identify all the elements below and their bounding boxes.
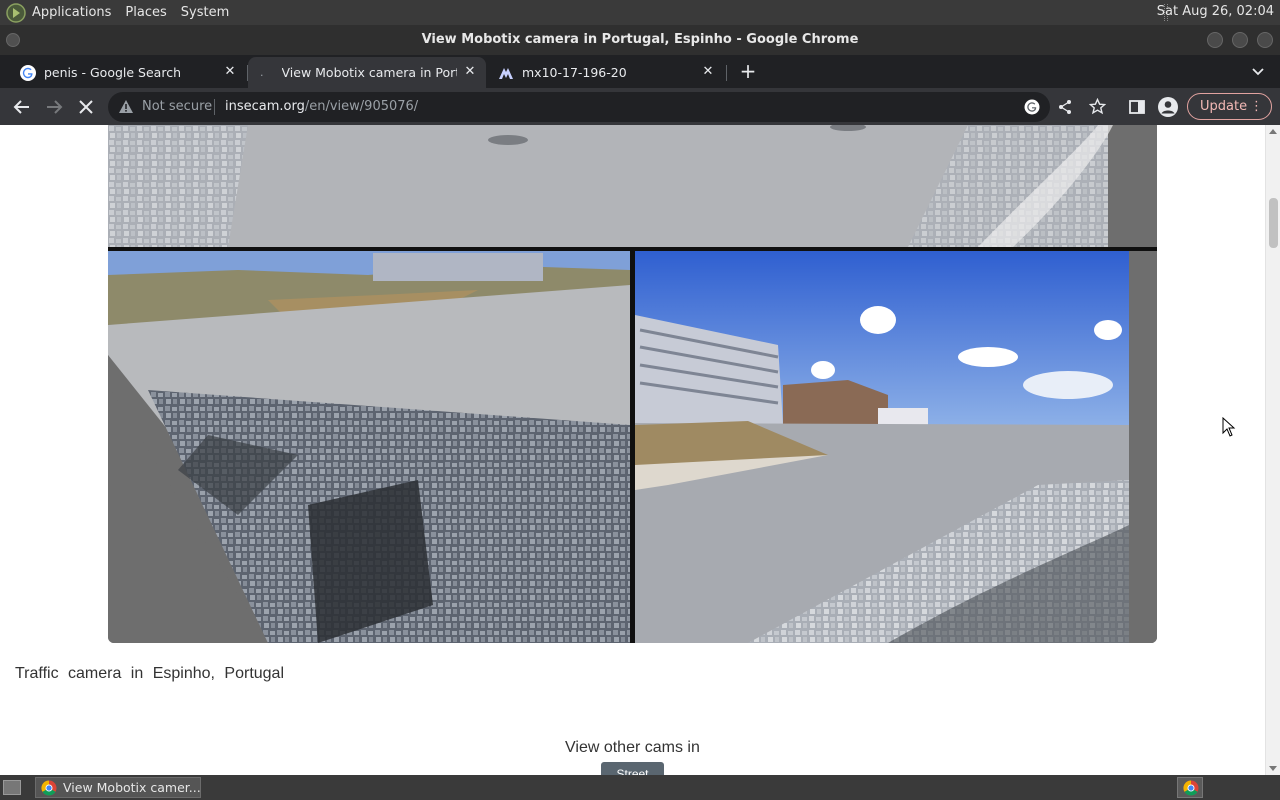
more-vert-icon[interactable]: ⋮ [1250, 94, 1263, 119]
omnibox-divider [214, 99, 215, 115]
maximize-button[interactable] [1232, 32, 1248, 48]
tab-close-icon[interactable]: ✕ [462, 64, 478, 80]
menu-places[interactable]: Places [125, 5, 166, 20]
tab-title: View Mobotix camera in Portugal [281, 65, 457, 80]
tab-google-search[interactable]: penis - Google Search ✕ [8, 57, 246, 88]
web-page: Traffic camera in Espinho, Portugal View… [0, 125, 1265, 775]
back-arrow-icon[interactable] [11, 96, 33, 118]
window-menu-icon[interactable] [6, 33, 20, 47]
street-button[interactable]: Street [601, 762, 664, 775]
camera-feed-graphic [108, 125, 1157, 643]
mouse-cursor-icon [1222, 417, 1236, 437]
camera-caption: Traffic camera in Espinho, Portugal [15, 665, 285, 682]
tab-title: penis - Google Search [44, 65, 181, 80]
url-path: /en/view/905076/ [304, 99, 419, 114]
minimize-button[interactable] [1207, 32, 1223, 48]
chrome-icon [41, 780, 57, 796]
desktop-top-panel: Applications Places System Sat Aug 26, 0… [0, 0, 1280, 25]
tab-search-chevron-down-icon[interactable] [1250, 63, 1266, 79]
url-text[interactable]: insecam.org/en/view/905076/ [225, 99, 418, 114]
menu-applications[interactable]: Applications [32, 5, 111, 20]
taskbar-window-item[interactable]: View Mobotix camer... [35, 777, 201, 798]
page-scrollbar[interactable] [1265, 125, 1280, 775]
address-bar[interactable]: Not secure insecam.org/en/view/905076/ [108, 92, 1106, 122]
tab-title: mx10-17-196-20 [522, 65, 627, 80]
forward-arrow-icon[interactable] [43, 96, 65, 118]
not-secure-label[interactable]: Not secure [142, 99, 212, 114]
scroll-down-arrow-icon[interactable] [1269, 766, 1277, 771]
view-other-cams-label: View other cams in [565, 739, 700, 756]
url-host: insecam.org [225, 99, 305, 114]
tab-separator [726, 65, 727, 81]
stop-loading-icon[interactable] [75, 96, 97, 118]
distro-logo-icon[interactable] [6, 2, 26, 23]
desktop-taskbar: View Mobotix camer... [0, 775, 1280, 800]
panel-clock[interactable]: Sat Aug 26, 02:04 [1157, 4, 1274, 19]
share-icon[interactable] [1057, 99, 1073, 115]
tab-close-icon[interactable]: ✕ [222, 64, 238, 80]
tab-strip: penis - Google Search ✕ . View Mobotix c… [0, 55, 1280, 88]
chrome-icon [1183, 780, 1199, 796]
loading-icon: . [260, 66, 264, 79]
bookmark-star-icon[interactable] [1089, 98, 1106, 115]
window-titlebar[interactable]: View Mobotix camera in Portugal, Espinho… [0, 25, 1280, 55]
tab-close-icon[interactable]: ✕ [700, 64, 716, 80]
update-button[interactable]: Update ⋮ [1187, 93, 1272, 120]
browser-toolbar: Not secure insecam.org/en/view/905076/ U… [0, 88, 1280, 125]
tray-chrome-button[interactable] [1177, 777, 1203, 798]
window-title: View Mobotix camera in Portugal, Espinho… [421, 32, 859, 47]
tab-view-mobotix[interactable]: . View Mobotix camera in Portugal ✕ [248, 57, 486, 88]
profile-avatar-icon[interactable] [1157, 96, 1179, 118]
tab-mx10[interactable]: mx10-17-196-20 ✕ [486, 57, 724, 88]
taskbar-item-label: View Mobotix camer... [63, 780, 201, 795]
side-panel-icon[interactable] [1126, 96, 1148, 118]
warning-icon[interactable] [118, 99, 134, 114]
menu-system[interactable]: System [181, 5, 229, 20]
close-window-button[interactable] [1257, 32, 1273, 48]
google-lens-icon[interactable] [1024, 99, 1040, 115]
show-desktop-icon[interactable] [3, 780, 21, 795]
scrollbar-thumb[interactable] [1269, 198, 1278, 248]
google-icon [20, 64, 36, 81]
new-tab-icon[interactable]: + [737, 61, 759, 83]
scroll-up-arrow-icon[interactable] [1269, 129, 1277, 134]
mobotix-icon [499, 67, 513, 79]
update-label: Update [1200, 99, 1248, 114]
camera-feed-image[interactable] [108, 125, 1157, 643]
